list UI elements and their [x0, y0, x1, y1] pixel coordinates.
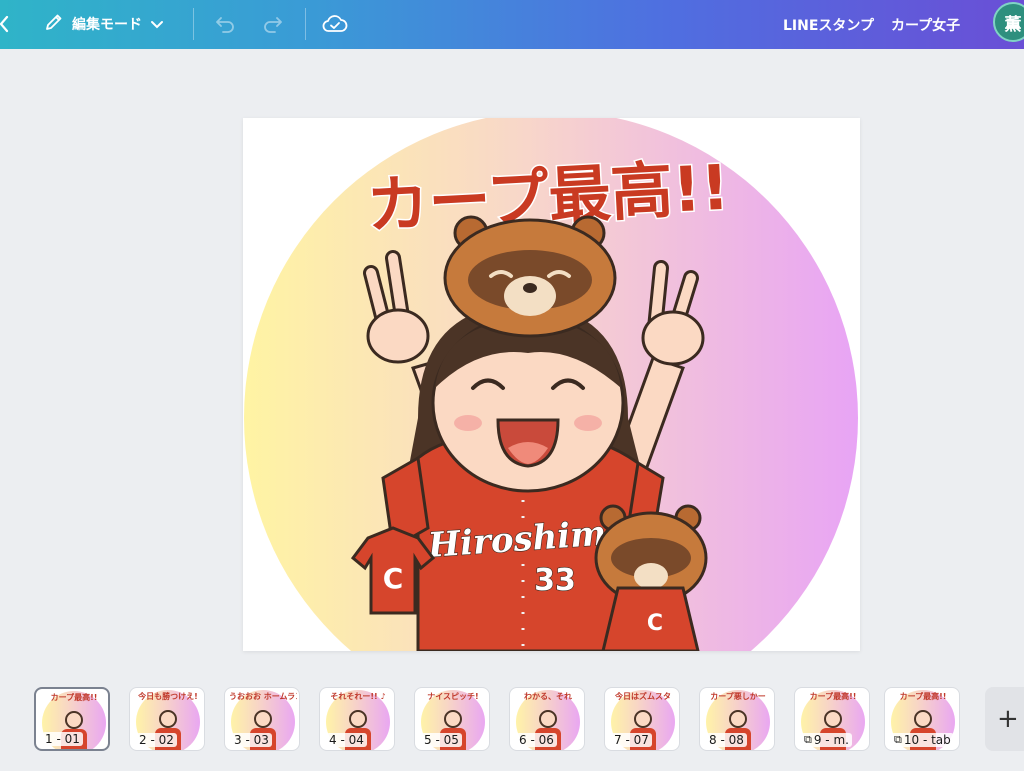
thumbnail-face: [254, 710, 272, 728]
page-number-text: 4 - 04: [329, 733, 364, 747]
design-name[interactable]: カープ女子: [891, 15, 960, 35]
thumbnail-face: [824, 710, 842, 728]
edit-mode-label: 編集モード: [72, 17, 142, 33]
page-number-text: 8 - 08: [709, 733, 744, 747]
edit-mode-dropdown[interactable]: 編集モード: [36, 7, 172, 41]
page-number-label: 3 - 03: [231, 733, 272, 747]
project-name[interactable]: LINEスタンプ: [783, 15, 874, 35]
toolbar-divider: [193, 8, 194, 40]
page-number-label: 5 - 05: [421, 733, 462, 747]
thumbnail-caption: カープ悪しかー: [710, 692, 766, 701]
cloud-check-icon[interactable]: [320, 9, 350, 39]
page-number-text: 2 - 02: [139, 733, 174, 747]
thumbnail-caption: 今日も勝つけえ!: [138, 692, 198, 701]
page-number-text: 5 - 05: [424, 733, 459, 747]
chevron-down-icon: [150, 15, 164, 34]
thumbnail-face: [65, 711, 83, 729]
thumbnail-caption: カープ最高!!: [809, 692, 857, 701]
thumbnail-face: [914, 710, 932, 728]
top-toolbar: 編集モード LINEスタンプ カープ女子 薫: [0, 0, 1024, 49]
page-thumbnail[interactable]: ナイスピッチ! 5 - 05: [414, 687, 490, 751]
design-canvas[interactable]: カープ最高!! Hiroshima 33 C C: [243, 118, 860, 651]
page-number-label: 2 - 02: [136, 733, 177, 747]
page-number-label: ⧉ 9 - m.: [801, 733, 852, 747]
page-thumbnail[interactable]: 今日も勝つけえ! 2 - 02: [129, 687, 205, 751]
plus-icon[interactable]: +: [985, 687, 1024, 751]
page-number-label: 6 - 06: [516, 733, 557, 747]
tanuki-hat: [443, 215, 617, 338]
page-number-label: 8 - 08: [706, 733, 747, 747]
page-thumbnail[interactable]: 今日はズムスタ 7 - 07: [604, 687, 680, 751]
thumbnail-face: [539, 710, 557, 728]
page-thumbnail-strip: カープ最高!! 1 - 01 今日も勝つけえ! 2 - 02 うおおお ホームラン!! 3…: [0, 681, 1024, 757]
undo-icon[interactable]: [210, 9, 240, 39]
redo-icon[interactable]: [258, 9, 288, 39]
thumbnail-caption: カープ最高!!: [899, 692, 947, 701]
thumbnail-caption: カープ最高!!: [50, 693, 98, 702]
page-number-label: ⧉ 10 - tab: [891, 733, 954, 747]
thumbnail-face: [349, 710, 367, 728]
thumbnail-caption: 今日はズムスタ: [615, 692, 671, 701]
page-number-text: 1 - 01: [45, 732, 80, 746]
thumbnail-caption: うおおお ホームラン!!: [229, 692, 297, 701]
thumbnail-face: [729, 710, 747, 728]
page-thumbnail[interactable]: うおおお ホームラン!! 3 - 03: [224, 687, 300, 751]
page-thumbnail[interactable]: カープ最高!! 1 - 01: [34, 687, 110, 751]
pencil-icon: [44, 12, 64, 36]
page-thumbnail[interactable]: カープ最高!! ⧉ 10 - tab: [884, 687, 960, 751]
thumbnail-caption: わかる、それ: [524, 692, 572, 701]
mini-jersey-logo: C: [383, 562, 404, 595]
page-number-text: 10 - tab: [903, 733, 951, 747]
page-thumbnail[interactable]: カープ最高!! ⧉ 9 - m.: [794, 687, 870, 751]
toolbar-divider: [305, 8, 306, 40]
page-number-label: 7 - 07: [611, 733, 652, 747]
thumbnail-caption: ナイスピッチ!: [427, 692, 479, 701]
thumbnail-face: [159, 710, 177, 728]
page-number-text: 3 - 03: [234, 733, 269, 747]
page-number-text: 6 - 06: [519, 733, 554, 747]
girl-face: [431, 313, 625, 493]
page-number-text: 9 - m.: [813, 733, 849, 747]
template-icon: ⧉: [894, 733, 902, 746]
page-thumbnail[interactable]: カープ悪しかー 8 - 08: [699, 687, 775, 751]
sticker-artwork: カープ最高!! Hiroshima 33 C C: [244, 118, 858, 651]
page-number-text: 7 - 07: [614, 733, 649, 747]
template-icon: ⧉: [804, 733, 812, 746]
jersey-number: 33: [534, 563, 576, 598]
thumbnail-face: [444, 710, 462, 728]
chevron-left-icon[interactable]: [0, 10, 14, 38]
thumbnail-caption: それそれー!! ♪: [330, 692, 386, 701]
page-number-label: 1 - 01: [42, 732, 83, 746]
avatar[interactable]: 薫: [993, 2, 1024, 42]
page-thumbnail[interactable]: わかる、それ 6 - 06: [509, 687, 585, 751]
thumbnail-face: [634, 710, 652, 728]
page-number-label: 4 - 04: [326, 733, 367, 747]
small-tanuki: C: [594, 504, 708, 651]
page-thumbnail[interactable]: それそれー!! ♪ 4 - 04: [319, 687, 395, 751]
small-tanuki-logo: C: [647, 611, 663, 636]
